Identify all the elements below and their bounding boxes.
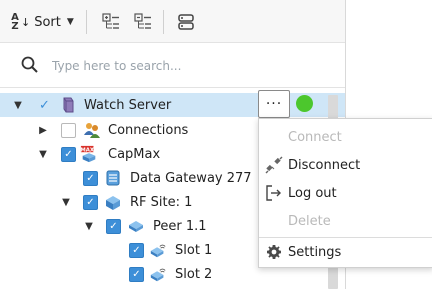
data-gateway-icon <box>104 169 122 187</box>
server-view-button[interactable] <box>175 11 197 33</box>
checkbox[interactable]: ✓ <box>106 218 121 234</box>
capmax-icon: MAX <box>80 145 98 163</box>
tree-row-watch-server[interactable]: ▼ ✓ Watch Server <box>0 93 345 117</box>
context-menu: Connect Disconnect Log out Delete Settin… <box>258 118 432 268</box>
svg-text:MAX: MAX <box>80 147 95 153</box>
checkbox[interactable] <box>61 122 76 138</box>
toolbar: AZ ↓ Sort ▼ <box>0 0 345 43</box>
menu-item-label: Connect <box>288 129 342 145</box>
logout-icon <box>265 184 283 202</box>
search-icon <box>21 56 38 73</box>
collapse-all-button[interactable] <box>132 11 154 33</box>
collapse-toggle-icon[interactable]: ▼ <box>12 100 24 111</box>
menu-item-label: Log out <box>288 185 337 201</box>
toolbar-divider <box>163 10 164 34</box>
checkbox[interactable]: ✓ <box>129 266 144 282</box>
menu-item-log-out[interactable]: Log out <box>259 179 432 207</box>
rf-site-icon <box>104 193 122 211</box>
menu-item-label: Disconnect <box>288 157 361 173</box>
peer-icon <box>127 217 145 235</box>
expand-all-icon <box>102 13 119 29</box>
collapse-toggle-icon[interactable]: ▼ <box>83 221 95 232</box>
menu-item-connect[interactable]: Connect <box>259 123 432 151</box>
sort-button[interactable]: AZ ↓ Sort ▼ <box>10 12 74 32</box>
status-indicator <box>296 95 313 112</box>
connections-icon <box>83 121 101 139</box>
sort-label: Sort <box>34 14 61 30</box>
tree-item-label: CapMax <box>108 146 161 162</box>
checkbox[interactable]: ✓ <box>61 146 76 162</box>
sort-az-icon: AZ <box>11 12 19 32</box>
sort-arrow-icon: ↓ <box>21 15 31 29</box>
checkbox[interactable]: ✓ <box>83 170 98 186</box>
menu-item-label: Settings <box>288 244 342 260</box>
menu-item-label: Delete <box>288 213 331 229</box>
tree-item-label: Connections <box>108 122 189 138</box>
checkbox[interactable]: ✓ <box>83 194 98 210</box>
menu-item-disconnect[interactable]: Disconnect <box>259 151 432 179</box>
collapse-toggle-icon[interactable]: ▼ <box>37 149 49 160</box>
menu-item-delete[interactable]: Delete <box>259 207 432 235</box>
collapse-all-icon <box>134 13 151 29</box>
checkbox[interactable]: ✓ <box>129 242 144 258</box>
ellipsis-icon: ··· <box>265 96 283 112</box>
search-bar <box>0 45 345 88</box>
search-input[interactable] <box>52 56 322 76</box>
collapse-toggle-icon[interactable]: ▼ <box>60 197 72 208</box>
tree-item-label: Data Gateway 277 <box>130 170 252 186</box>
tree-item-label: RF Site: 1 <box>130 194 193 210</box>
slot-icon <box>149 265 167 283</box>
check-icon[interactable]: ✓ <box>38 98 51 113</box>
disconnect-plug-icon <box>265 156 283 174</box>
expand-toggle-icon[interactable]: ▶ <box>37 125 49 136</box>
tree-item-label: Slot 1 <box>175 242 213 258</box>
gear-icon <box>265 243 283 261</box>
watch-server-icon <box>59 96 77 114</box>
tree-item-label: Peer 1.1 <box>153 218 207 234</box>
toolbar-divider <box>86 10 87 34</box>
server-view-icon <box>178 14 194 30</box>
tree-item-label: Watch Server <box>84 97 172 113</box>
tree-item-label: Slot 2 <box>175 266 213 282</box>
chevron-down-icon: ▼ <box>66 17 74 27</box>
more-options-button[interactable]: ··· <box>258 90 290 118</box>
menu-item-settings[interactable]: Settings <box>259 238 432 266</box>
expand-all-button[interactable] <box>100 11 122 33</box>
slot-icon <box>149 241 167 259</box>
